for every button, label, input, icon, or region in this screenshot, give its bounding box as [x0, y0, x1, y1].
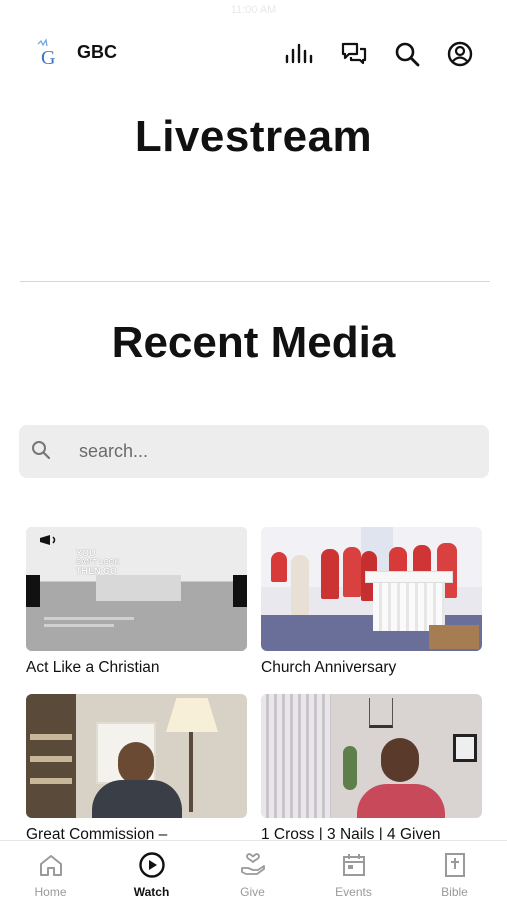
thumb-text-line: THEN GO: [76, 566, 118, 576]
media-card[interactable]: 1 Cross | 3 Nails | 4 Given: [261, 694, 482, 844]
tab-label: Watch: [133, 885, 170, 899]
calendar-icon: [343, 854, 365, 876]
header: G GBC: [0, 30, 507, 76]
tab-give[interactable]: Give: [202, 841, 303, 900]
logo-letter: G: [41, 47, 55, 68]
tab-events[interactable]: Events: [303, 841, 404, 900]
media-card[interactable]: Church Anniversary: [261, 527, 482, 677]
bottom-tab-bar: Home Watch Give Events Bible: [0, 840, 507, 900]
tab-label: Events: [335, 885, 372, 899]
media-thumbnail[interactable]: [261, 527, 482, 651]
status-bar: 11:00 AM: [0, 0, 507, 24]
divider: [20, 281, 490, 282]
media-card[interactable]: Great Commission –: [26, 694, 247, 844]
media-thumbnail[interactable]: [261, 694, 482, 818]
home-icon: [40, 855, 62, 876]
tab-label: Bible: [441, 885, 468, 899]
media-card[interactable]: YOU CAN'T LOOK THEN GO Act Like a Christ…: [26, 527, 247, 677]
search-icon[interactable]: [393, 40, 421, 68]
status-time: 11:00 AM: [230, 4, 277, 16]
tab-bible[interactable]: Bible: [404, 841, 505, 900]
tab-label: Home: [34, 885, 67, 899]
profile-icon[interactable]: [446, 40, 474, 68]
bible-icon: [445, 853, 465, 877]
page-title: Livestream: [134, 112, 373, 161]
media-thumbnail[interactable]: [26, 694, 247, 818]
search-field-icon: [32, 441, 51, 460]
chat-icon[interactable]: [340, 40, 368, 68]
bars-icon[interactable]: [285, 40, 313, 68]
media-title[interactable]: Act Like a Christian: [26, 659, 247, 677]
thumb-text-line: YOU: [76, 548, 96, 558]
megaphone-icon: [38, 533, 62, 545]
tab-home[interactable]: Home: [0, 841, 101, 900]
search-input[interactable]: [79, 437, 469, 465]
play-icon: [139, 852, 165, 878]
give-icon: [241, 853, 265, 875]
media-title[interactable]: Church Anniversary: [261, 659, 482, 677]
gbc-logo[interactable]: G: [32, 38, 62, 69]
search-bar[interactable]: [19, 425, 489, 478]
tab-watch[interactable]: Watch: [101, 841, 202, 900]
brand-name: GBC: [77, 42, 117, 62]
tab-label: Give: [240, 885, 265, 899]
section-title: Recent Media: [111, 318, 396, 367]
media-thumbnail[interactable]: YOU CAN'T LOOK THEN GO: [26, 527, 247, 651]
